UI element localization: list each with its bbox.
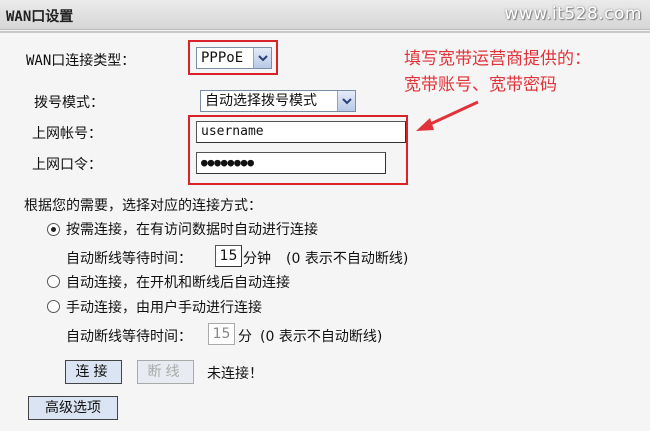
- manual-idle-unit-label: 分: [238, 329, 252, 345]
- account-input[interactable]: username: [196, 121, 406, 143]
- dial-mode-select[interactable]: 自动选择拨号模式: [200, 90, 356, 112]
- idle-hint: (0 表示不自动断线): [286, 251, 409, 267]
- annotation-line-2: 宽带账号、宽带密码: [404, 75, 557, 95]
- idle-time-label: 自动断线等待时间：: [66, 251, 192, 267]
- watermark: www.it528.com: [504, 4, 642, 24]
- manual-connect-label: 手动连接，由用户手动进行连接: [66, 300, 262, 316]
- manual-idle-time-label: 自动断线等待时间：: [66, 329, 192, 345]
- connection-status: 未连接！: [207, 366, 263, 382]
- page-title: WAN口设置: [6, 9, 74, 25]
- manual-idle-time-input[interactable]: 15: [208, 323, 235, 345]
- advanced-options-button[interactable]: 高级选项: [28, 396, 118, 420]
- annotation-line-1: 填写宽带运营商提供的：: [404, 49, 591, 69]
- dial-mode-value: 自动选择拨号模式: [205, 93, 317, 109]
- connection-type-label: WAN口连接类型：: [26, 53, 136, 69]
- on-demand-label: 按需连接，在有访问数据时自动进行连接: [66, 222, 318, 238]
- radio-on-demand[interactable]: [47, 223, 60, 236]
- manual-idle-hint: (0 表示不自动断线): [260, 329, 383, 345]
- idle-time-input[interactable]: 15: [215, 245, 242, 267]
- chevron-down-icon[interactable]: [253, 48, 271, 68]
- password-label: 上网口令：: [32, 157, 102, 173]
- radio-auto[interactable]: [47, 275, 60, 288]
- divider: [0, 31, 650, 33]
- arrow-icon: [416, 100, 479, 131]
- wan-settings-page: WAN口设置 www.it528.com WAN口连接类型： PPPoE 填写宽…: [0, 0, 650, 431]
- auto-connect-label: 自动连接，在开机和断线后自动连接: [66, 275, 290, 291]
- radio-manual[interactable]: [47, 300, 60, 313]
- connect-mode-heading: 根据您的需要，选择对应的连接方式：: [24, 198, 262, 214]
- connection-type-value: PPPoE: [201, 50, 244, 66]
- idle-unit-label: 分钟: [243, 251, 271, 267]
- account-label: 上网帐号：: [32, 126, 102, 142]
- disconnect-button[interactable]: 断线: [137, 360, 194, 384]
- header-bar: WAN口设置 www.it528.com: [0, 0, 650, 30]
- connection-type-select[interactable]: PPPoE: [196, 47, 272, 69]
- chevron-down-icon[interactable]: [337, 91, 355, 111]
- dial-mode-label: 拨号模式：: [34, 95, 104, 111]
- connect-button[interactable]: 连接: [65, 360, 122, 384]
- password-input[interactable]: ●●●●●●●●: [196, 152, 386, 174]
